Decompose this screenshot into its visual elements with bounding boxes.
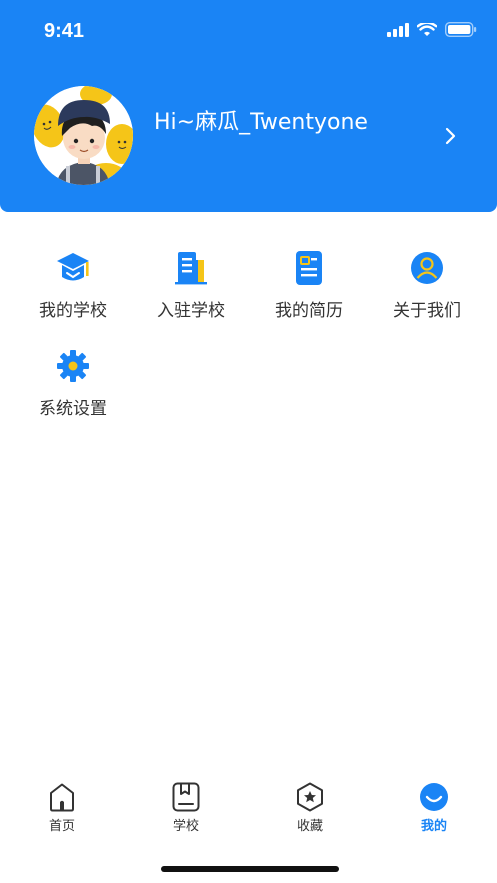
menu-item-label: 入驻学校 <box>157 301 225 321</box>
tab-label: 收藏 <box>296 819 323 834</box>
profile-screen: 9:41 Hi~麻瓜_Twentyone 我的学校 入驻学校 我的简历 关于我们… <box>0 0 497 883</box>
menu-item-label: 我的简历 <box>275 301 343 321</box>
status-time: 9:41 <box>44 20 85 42</box>
tab-label: 学校 <box>172 819 199 834</box>
user-circle-icon <box>411 252 443 284</box>
tab-home[interactable]: 首页 <box>22 782 102 834</box>
tab-school[interactable]: 学校 <box>146 782 226 834</box>
smile-icon <box>420 783 448 811</box>
menu-item-my-resume[interactable]: 我的简历 <box>254 250 364 321</box>
menu-item-label: 系统设置 <box>39 399 107 419</box>
menu-item-about-us[interactable]: 关于我们 <box>372 250 482 321</box>
gear-icon <box>57 350 89 382</box>
star-hexagon-icon <box>297 782 323 812</box>
menu-item-label: 关于我们 <box>393 301 461 321</box>
wifi-icon <box>417 22 437 36</box>
signal-icon <box>387 22 409 37</box>
resume-icon <box>296 251 322 285</box>
menu-item-label: 我的学校 <box>39 301 107 321</box>
home-icon <box>50 783 74 812</box>
profile-greeting[interactable]: Hi~麻瓜_Twentyone <box>154 104 368 136</box>
tab-label: 我的 <box>420 819 447 834</box>
tab-mine[interactable]: 我的 <box>394 782 474 834</box>
profile-header: 9:41 Hi~麻瓜_Twentyone <box>0 0 497 212</box>
menu-item-my-school[interactable]: 我的学校 <box>18 250 128 321</box>
menu-item-join-school[interactable]: 入驻学校 <box>136 250 246 321</box>
graduation-cap-icon <box>57 253 89 281</box>
status-icons <box>387 22 477 37</box>
building-icon <box>175 252 207 285</box>
tab-favorites[interactable]: 收藏 <box>270 782 350 834</box>
menu-item-settings[interactable]: 系统设置 <box>18 348 128 419</box>
avatar[interactable] <box>34 86 133 185</box>
home-indicator[interactable] <box>161 866 339 872</box>
tab-label: 首页 <box>48 819 75 834</box>
battery-icon <box>445 22 477 37</box>
bookmark-book-icon <box>172 782 200 812</box>
avatar-illustration <box>34 86 133 185</box>
chevron-right-icon[interactable] <box>444 126 458 146</box>
